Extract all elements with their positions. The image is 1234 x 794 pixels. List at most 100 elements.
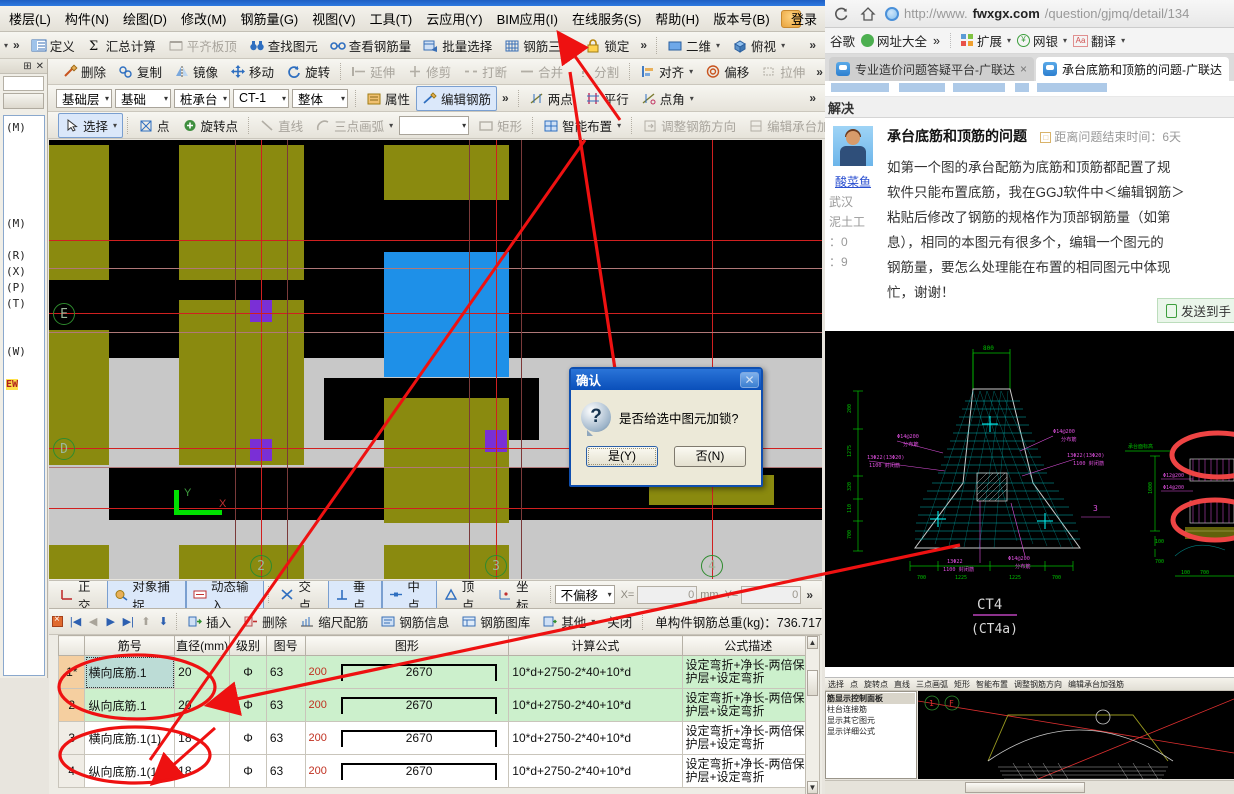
- nav-prev-button[interactable]: ◀: [84, 615, 102, 628]
- table-row[interactable]: 1* 横向底筋.1 20 Φ 63 200 2670 10*d+2750-2*4…: [57, 655, 815, 689]
- snap-vertex-button[interactable]: 顶点: [437, 581, 491, 608]
- send-to-mobile-button[interactable]: 发送到手: [1156, 298, 1234, 323]
- rebar-table[interactable]: 筋号 直径(mm) 级别 图号 图形 计算公式 公式描述 1* 横向底筋.1 2…: [57, 635, 815, 788]
- toolbar-adjust-rebar-dir-button[interactable]: 调整钢筋方向: [636, 113, 742, 138]
- toolbar-copy-button[interactable]: 复制: [112, 59, 168, 84]
- row-description[interactable]: 设定弯折+净长-两倍保护层+设定弯折: [681, 754, 815, 788]
- tab-close-icon[interactable]: ×: [1020, 62, 1027, 76]
- rebar-library-button[interactable]: 钢筋图库: [455, 609, 536, 634]
- browser-tab-0[interactable]: 专业造价问题答疑平台-广联达 ×: [829, 57, 1035, 81]
- tree-line-17[interactable]: EW: [4, 375, 44, 391]
- embedded-ggj-screenshot[interactable]: 选择 点 旋转点 直线 三点画弧 矩形 智能布置 调整钢筋方向 编辑承台加强筋 …: [825, 677, 1234, 794]
- url-bar[interactable]: http://www. fwxgx.com/question/gjmq/detai…: [885, 6, 1228, 21]
- rebar-col-shape[interactable]: 图形: [304, 635, 510, 656]
- menu-item-8[interactable]: BIM应用(I): [490, 6, 565, 31]
- row-rebar-name[interactable]: 横向底筋.1(1): [84, 721, 176, 755]
- table-row[interactable]: 4 纵向底筋.1(1) 18 Φ 63 200 2670 10*d+2750-2…: [57, 754, 815, 788]
- tree-line-16[interactable]: [4, 359, 44, 375]
- tree-line-3[interactable]: [4, 151, 44, 167]
- view-2d-dropdown-arrow[interactable]: ▾: [716, 41, 720, 50]
- row-shape[interactable]: 200 2670: [304, 688, 510, 722]
- bookmark-google[interactable]: 谷歌: [830, 31, 855, 50]
- row-rebar-name[interactable]: 横向底筋.1: [84, 655, 176, 689]
- reload-icon[interactable]: [831, 4, 850, 23]
- tree-line-2[interactable]: [4, 135, 44, 151]
- snapbar-overflow[interactable]: »: [801, 588, 818, 602]
- scroll-down-arrow-icon[interactable]: ▼: [807, 781, 818, 794]
- toolbar-properties-button[interactable]: 属性: [360, 86, 416, 111]
- scrollbar-thumb[interactable]: [965, 782, 1085, 793]
- select-scope[interactable]: 整体 ▾: [292, 88, 348, 108]
- toolbar-view-rebar-button[interactable]: 查看钢筋量: [324, 33, 418, 58]
- tree-line-8[interactable]: [4, 231, 44, 247]
- ext-translate-button[interactable]: Aa 翻译 ▾: [1073, 31, 1125, 50]
- embedded-horizontal-scrollbar[interactable]: [825, 780, 1234, 794]
- toolbar-expand-left[interactable]: »: [8, 38, 25, 52]
- menu-item-4[interactable]: 钢筋量(G): [233, 6, 305, 31]
- draw-options-combo[interactable]: ▾: [399, 115, 470, 135]
- chevron-down-icon[interactable]: ▾: [1007, 36, 1011, 45]
- rebar-table-scrollbar[interactable]: ▲ ▼: [805, 635, 820, 794]
- rebar-close-button[interactable]: 关闭: [601, 609, 638, 634]
- row-description[interactable]: 设定弯折+净长-两倍保护层+设定弯折: [681, 655, 815, 689]
- home-icon[interactable]: [858, 4, 877, 23]
- menu-item-10[interactable]: 帮助(H): [648, 6, 706, 31]
- toolbar-summary-calc-button[interactable]: Σ 汇总计算: [81, 33, 162, 58]
- tree-line-12[interactable]: (T): [4, 295, 44, 311]
- snap-midpoint-button[interactable]: 中点: [382, 581, 437, 608]
- menu-item-2[interactable]: 绘图(D): [116, 6, 174, 31]
- browser-tab-1[interactable]: 承台底筋和顶筋的问题-广联达: [1036, 57, 1230, 81]
- tree-line-7[interactable]: (M): [4, 215, 44, 231]
- toolbar-merge-button[interactable]: 合并: [513, 59, 569, 84]
- row-description[interactable]: 设定弯折+净长-两倍保护层+设定弯折: [681, 688, 815, 722]
- snap-ortho-button[interactable]: 正交: [53, 581, 107, 608]
- row-shape[interactable]: 200 2670: [304, 754, 510, 788]
- row-grade[interactable]: Φ: [229, 655, 267, 689]
- tree-line-15[interactable]: (W): [4, 343, 44, 359]
- confirm-no-button[interactable]: 否(N): [674, 446, 746, 467]
- view-top-dropdown-arrow[interactable]: ▾: [781, 41, 785, 50]
- left-dock-search-box[interactable]: [3, 76, 44, 91]
- confirm-yes-button[interactable]: 是(Y): [586, 446, 658, 467]
- tree-line-9[interactable]: (R): [4, 247, 44, 263]
- row-diameter[interactable]: 20: [174, 688, 231, 722]
- point-angle-dropdown-arrow[interactable]: ▾: [690, 94, 694, 103]
- table-row[interactable]: 3 横向底筋.1(1) 18 Φ 63 200 2670 10*d+2750-2…: [57, 721, 815, 755]
- pin-icon[interactable]: ⊞: [23, 61, 31, 72]
- row-formula[interactable]: 10*d+2750-2*40+10*d: [508, 721, 683, 755]
- toolbar-mirror-button[interactable]: 镜像: [168, 59, 224, 84]
- avatar[interactable]: [833, 126, 873, 166]
- snap-coordinate-button[interactable]: 坐标: [491, 581, 545, 608]
- left-dock-tree[interactable]: (M) (M) (R) (X) (P) (T) (W) EW: [3, 115, 45, 676]
- toolbar-batch-select-button[interactable]: 批量选择: [417, 33, 498, 58]
- rebar-other-button[interactable]: 其他 ▾: [536, 609, 601, 634]
- toolbar-lock-button[interactable]: 锁定: [579, 33, 635, 58]
- rebar-scale-button[interactable]: 缩尺配筋: [293, 609, 374, 634]
- rebar-col-name[interactable]: 筋号: [84, 635, 176, 656]
- toolbar-overflow-2[interactable]: »: [804, 38, 821, 52]
- row-diameter[interactable]: 18: [174, 754, 231, 788]
- question-author-name[interactable]: 酸菜鱼: [835, 173, 887, 190]
- x-coordinate-input[interactable]: 0: [637, 585, 698, 604]
- tree-line-4[interactable]: [4, 167, 44, 183]
- menu-item-5[interactable]: 视图(V): [305, 6, 362, 31]
- arc-dropdown-arrow[interactable]: ▾: [389, 121, 393, 130]
- row-diameter[interactable]: 20: [174, 655, 231, 689]
- confirm-dialog[interactable]: 确认 ✕ ? 是否给选中图元加锁? 是(Y) 否(N): [569, 367, 763, 487]
- menu-item-3[interactable]: 修改(M): [174, 6, 234, 31]
- toolbar-move-button[interactable]: 移动: [224, 59, 280, 84]
- rebar-info-button[interactable]: 钢筋信息: [374, 609, 455, 634]
- row-picnum[interactable]: 63: [265, 688, 306, 722]
- toolbar-define-button[interactable]: 定义: [25, 33, 81, 58]
- snap-dynamic-input-button[interactable]: 动态输入: [185, 581, 265, 608]
- row-grade[interactable]: Φ: [229, 754, 267, 788]
- toolbar-view-2d-button[interactable]: 二维 ▾: [661, 33, 726, 58]
- toolbar-rotate-button[interactable]: 旋转: [280, 59, 336, 84]
- toolbar-offset-button[interactable]: 偏移: [699, 59, 755, 84]
- table-row[interactable]: 2 纵向底筋.1 20 Φ 63 200 2670 10*d+2750-2*40…: [57, 688, 815, 722]
- rebar-col-diameter[interactable]: 直径(mm): [174, 635, 231, 656]
- cad-drawing-image[interactable]: 800 200 1275 320 110 700 700 1225 1225 7…: [825, 331, 1234, 667]
- menu-item-1[interactable]: 构件(N): [58, 6, 116, 31]
- toolbar-stretch-button[interactable]: 拉伸: [755, 59, 811, 84]
- menu-item-7[interactable]: 云应用(Y): [419, 6, 489, 31]
